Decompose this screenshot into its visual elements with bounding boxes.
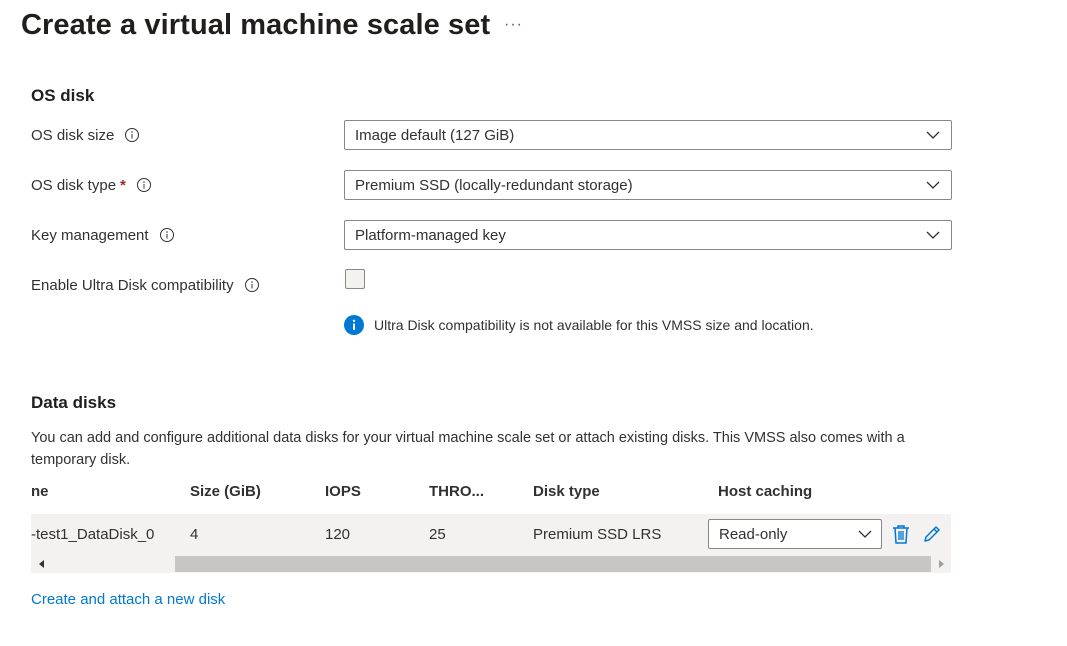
disk-size-cell: 4 bbox=[190, 526, 199, 543]
horizontal-scrollbar[interactable] bbox=[31, 555, 951, 573]
disk-type-cell: Premium SSD LRS bbox=[533, 526, 662, 543]
os-disk-type-dropdown[interactable]: Premium SSD (locally-redundant storage) bbox=[344, 170, 952, 200]
os-disk-size-label-text: OS disk size bbox=[31, 126, 115, 144]
chevron-down-icon bbox=[858, 530, 872, 538]
scrollbar-thumb[interactable] bbox=[175, 556, 931, 572]
column-header-throughput[interactable]: THRO... bbox=[429, 483, 484, 500]
os-disk-type-label: OS disk type * bbox=[31, 174, 152, 196]
key-management-value: Platform-managed key bbox=[355, 226, 506, 244]
key-management-label-text: Key management bbox=[31, 226, 149, 244]
column-header-name[interactable]: ne bbox=[31, 483, 49, 500]
required-indicator: * bbox=[120, 176, 126, 194]
ultra-disk-info-text: Ultra Disk compatibility is not availabl… bbox=[374, 317, 814, 333]
ultra-disk-checkbox[interactable] bbox=[345, 269, 365, 289]
chevron-down-icon bbox=[926, 181, 940, 189]
trash-icon bbox=[893, 525, 909, 544]
ultra-disk-label-text: Enable Ultra Disk compatibility bbox=[31, 276, 234, 294]
os-disk-size-value: Image default (127 GiB) bbox=[355, 126, 515, 144]
info-icon[interactable] bbox=[159, 227, 175, 243]
info-icon[interactable] bbox=[124, 127, 140, 143]
data-disks-section-title: Data disks bbox=[31, 393, 117, 412]
triangle-right-icon[interactable] bbox=[936, 559, 946, 569]
create-attach-disk-link[interactable]: Create and attach a new disk bbox=[31, 591, 225, 608]
page-title: Create a virtual machine scale set bbox=[21, 9, 491, 41]
triangle-left-icon[interactable] bbox=[37, 559, 47, 569]
delete-disk-button[interactable] bbox=[890, 522, 912, 546]
column-header-iops[interactable]: IOPS bbox=[325, 483, 361, 500]
key-management-label: Key management bbox=[31, 224, 175, 246]
pencil-icon bbox=[924, 526, 940, 542]
os-disk-type-value: Premium SSD (locally-redundant storage) bbox=[355, 176, 633, 194]
ultra-disk-info-message: Ultra Disk compatibility is not availabl… bbox=[344, 315, 814, 335]
os-disk-section-title: OS disk bbox=[31, 86, 95, 105]
more-options-button[interactable]: ··· bbox=[504, 16, 523, 34]
info-filled-icon bbox=[344, 315, 364, 335]
column-header-size[interactable]: Size (GiB) bbox=[190, 483, 261, 500]
os-disk-type-label-text: OS disk type bbox=[31, 176, 117, 194]
column-header-disk-type[interactable]: Disk type bbox=[533, 483, 600, 500]
disk-throughput-cell: 25 bbox=[429, 526, 446, 543]
data-disks-description: You can add and configure additional dat… bbox=[31, 430, 905, 468]
host-caching-value: Read-only bbox=[719, 525, 788, 543]
key-management-dropdown[interactable]: Platform-managed key bbox=[344, 220, 952, 250]
table-row[interactable]: -test1_DataDisk_0 4 120 25 Premium SSD L… bbox=[31, 514, 951, 555]
host-caching-dropdown[interactable]: Read-only bbox=[708, 519, 882, 549]
info-icon[interactable] bbox=[136, 177, 152, 193]
chevron-down-icon bbox=[926, 231, 940, 239]
ultra-disk-label: Enable Ultra Disk compatibility bbox=[31, 274, 260, 296]
os-disk-size-dropdown[interactable]: Image default (127 GiB) bbox=[344, 120, 952, 150]
column-header-host-caching[interactable]: Host caching bbox=[718, 483, 812, 500]
info-icon[interactable] bbox=[244, 277, 260, 293]
disk-name-cell: -test1_DataDisk_0 bbox=[31, 526, 155, 543]
os-disk-size-label: OS disk size bbox=[31, 124, 140, 146]
chevron-down-icon bbox=[926, 131, 940, 139]
edit-disk-button[interactable] bbox=[921, 522, 943, 546]
disk-iops-cell: 120 bbox=[325, 526, 351, 543]
